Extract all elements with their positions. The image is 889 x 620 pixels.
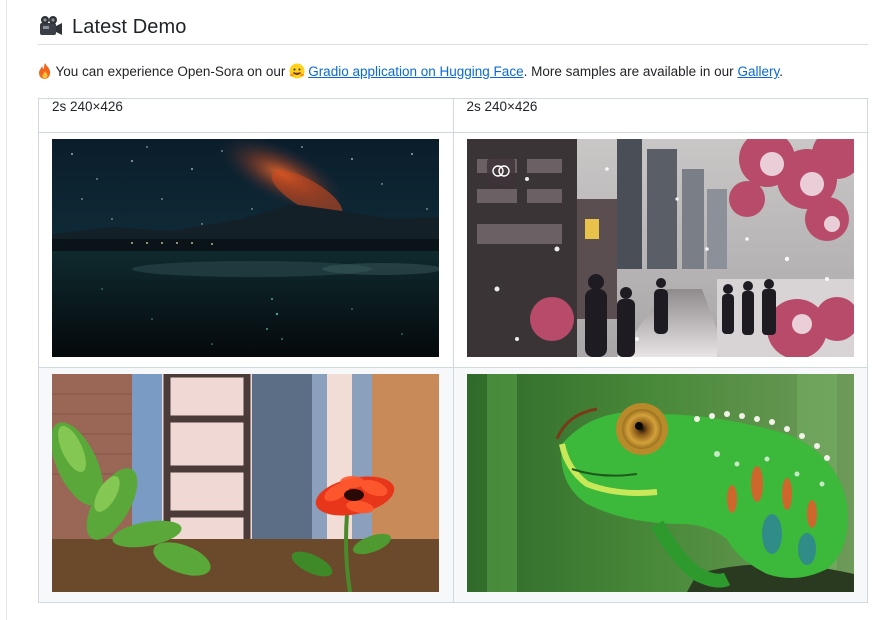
section-heading: Latest Demo: [38, 10, 868, 45]
gradio-link-label: Gradio application on Hugging Face: [308, 64, 524, 79]
fire-icon: [38, 63, 52, 85]
movie-camera-icon: [38, 14, 64, 40]
demo-table: 2s 240×426 2s 240×426: [38, 98, 868, 603]
table-header-row: 2s 240×426 2s 240×426: [38, 98, 868, 133]
content-border: [6, 0, 7, 620]
section-title: Latest Demo: [72, 15, 187, 38]
video-thumbnail-starry-lake[interactable]: [52, 139, 439, 357]
column-header: 2s 240×426: [452, 98, 868, 133]
gallery-link[interactable]: Gallery: [737, 64, 779, 79]
table-row: [38, 367, 868, 603]
hugging-face-icon: [289, 63, 305, 85]
table-cell: [452, 367, 868, 603]
intro-text-before: You can experience Open-Sora on our: [55, 64, 290, 79]
table-cell: [452, 132, 868, 368]
gradio-hugging-face-link[interactable]: Gradio application on Hugging Face: [289, 63, 524, 79]
intro-paragraph: You can experience Open-Sora on our Grad…: [38, 62, 783, 85]
video-thumbnail-red-flower[interactable]: [52, 374, 439, 592]
intro-text-middle: . More samples are available in our: [523, 64, 738, 79]
intro-text-after: .: [779, 64, 783, 79]
column-header: 2s 240×426: [38, 98, 454, 133]
table-cell: [38, 367, 454, 603]
table-row: [38, 132, 868, 368]
readme-page: Latest Demo You can experience Open-Sora…: [0, 0, 889, 620]
video-thumbnail-snowy-city[interactable]: [466, 139, 854, 357]
table-cell: [38, 132, 454, 368]
video-thumbnail-chameleon[interactable]: [466, 374, 854, 592]
